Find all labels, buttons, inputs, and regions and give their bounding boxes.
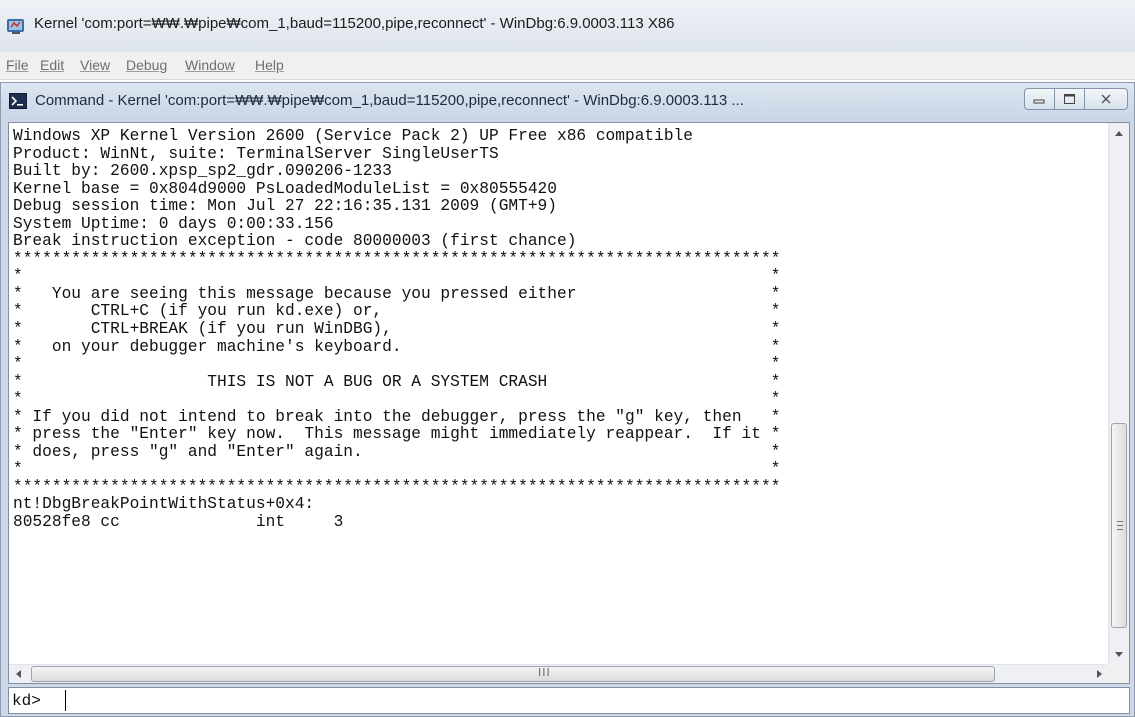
close-button[interactable] — [1084, 88, 1128, 110]
scroll-left-arrow-icon[interactable] — [9, 665, 29, 683]
output-line: * press the "Enter" key now. This messag… — [13, 425, 781, 444]
output-line: * * — [13, 355, 781, 374]
minimize-button[interactable] — [1024, 88, 1055, 110]
output-line: System Uptime: 0 days 0:00:33.156 — [13, 214, 334, 233]
menubar: File Edit View Debug Window Help — [0, 52, 1135, 80]
maximize-button[interactable] — [1054, 88, 1085, 110]
horizontal-scrollbar[interactable]: III — [9, 664, 1109, 683]
debugger-output: Windows XP Kernel Version 2600 (Service … — [13, 128, 1098, 648]
output-line: Break instruction exception - code 80000… — [13, 232, 577, 251]
menu-help[interactable]: Help — [255, 57, 284, 73]
scroll-right-arrow-icon[interactable] — [1089, 665, 1109, 683]
output-line: Debug session time: Mon Jul 27 22:16:35.… — [13, 197, 557, 216]
close-icon — [1101, 94, 1111, 104]
window-controls — [1024, 88, 1128, 110]
menu-window[interactable]: Window — [185, 57, 235, 73]
menu-view[interactable]: View — [80, 57, 110, 73]
output-line: * CTRL+BREAK (if you run WinDBG), * — [13, 320, 781, 339]
output-line: * does, press "g" and "Enter" again. * — [13, 442, 781, 461]
output-line: * CTRL+C (if you run kd.exe) or, * — [13, 302, 781, 321]
output-pane: Windows XP Kernel Version 2600 (Service … — [8, 122, 1130, 684]
output-line: nt!DbgBreakPointWithStatus+0x4: — [13, 495, 315, 514]
command-input[interactable] — [65, 690, 1125, 711]
output-line: Built by: 2600.xpsp_sp2_gdr.090206-1233 — [13, 162, 392, 181]
app-title-row: Kernel 'com:port=₩₩.₩pipe₩com_1,baud=115… — [0, 0, 1135, 52]
windbg-app-icon — [7, 19, 24, 34]
horizontal-scroll-thumb[interactable]: III — [31, 666, 995, 682]
maximize-icon — [1064, 94, 1075, 104]
output-line: Kernel base = 0x804d9000 PsLoadedModuleL… — [13, 179, 557, 198]
output-line: * THIS IS NOT A BUG OR A SYSTEM CRASH * — [13, 372, 781, 391]
output-line: * * — [13, 460, 781, 479]
horizontal-scroll-grip: III — [538, 666, 551, 679]
output-line: * You are seeing this message because yo… — [13, 284, 781, 303]
app-title: Kernel 'com:port=₩₩.₩pipe₩com_1,baud=115… — [34, 15, 675, 32]
output-line: ****************************************… — [13, 249, 781, 268]
command-window-title: Command - Kernel 'com:port=₩₩.₩pipe₩com_… — [35, 92, 744, 109]
menu-edit[interactable]: Edit — [40, 57, 64, 73]
output-line: Windows XP Kernel Version 2600 (Service … — [13, 128, 693, 145]
command-window-icon — [9, 93, 27, 109]
vertical-scroll-thumb[interactable] — [1111, 423, 1127, 628]
kd-prompt: kd> — [12, 692, 41, 710]
output-line: 80528fe8 cc int 3 — [13, 513, 344, 532]
output-line: * * — [13, 390, 781, 409]
scroll-grip-icon — [1117, 521, 1123, 530]
scroll-down-arrow-icon[interactable] — [1109, 645, 1129, 665]
output-line: * on your debugger machine's keyboard. * — [13, 337, 781, 356]
scroll-up-arrow-icon[interactable] — [1109, 123, 1129, 143]
menu-file[interactable]: File — [6, 57, 29, 73]
output-line: * If you did not intend to break into th… — [13, 407, 781, 426]
menu-debug[interactable]: Debug — [126, 57, 167, 73]
scrollbar-corner — [1107, 663, 1129, 683]
minimize-icon — [1033, 99, 1045, 104]
output-line: ****************************************… — [13, 477, 781, 496]
vertical-scrollbar[interactable] — [1108, 123, 1129, 665]
command-window-titlebar[interactable]: Command - Kernel 'com:port=₩₩.₩pipe₩com_… — [1, 83, 1134, 121]
output-line: Product: WinNt, suite: TerminalServer Si… — [13, 144, 499, 163]
app-titlebar: Kernel 'com:port=₩₩.₩pipe₩com_1,baud=115… — [0, 0, 1135, 52]
output-line: * * — [13, 267, 781, 286]
command-input-row: kd> — [8, 687, 1130, 714]
command-window: Command - Kernel 'com:port=₩₩.₩pipe₩com_… — [0, 82, 1135, 717]
